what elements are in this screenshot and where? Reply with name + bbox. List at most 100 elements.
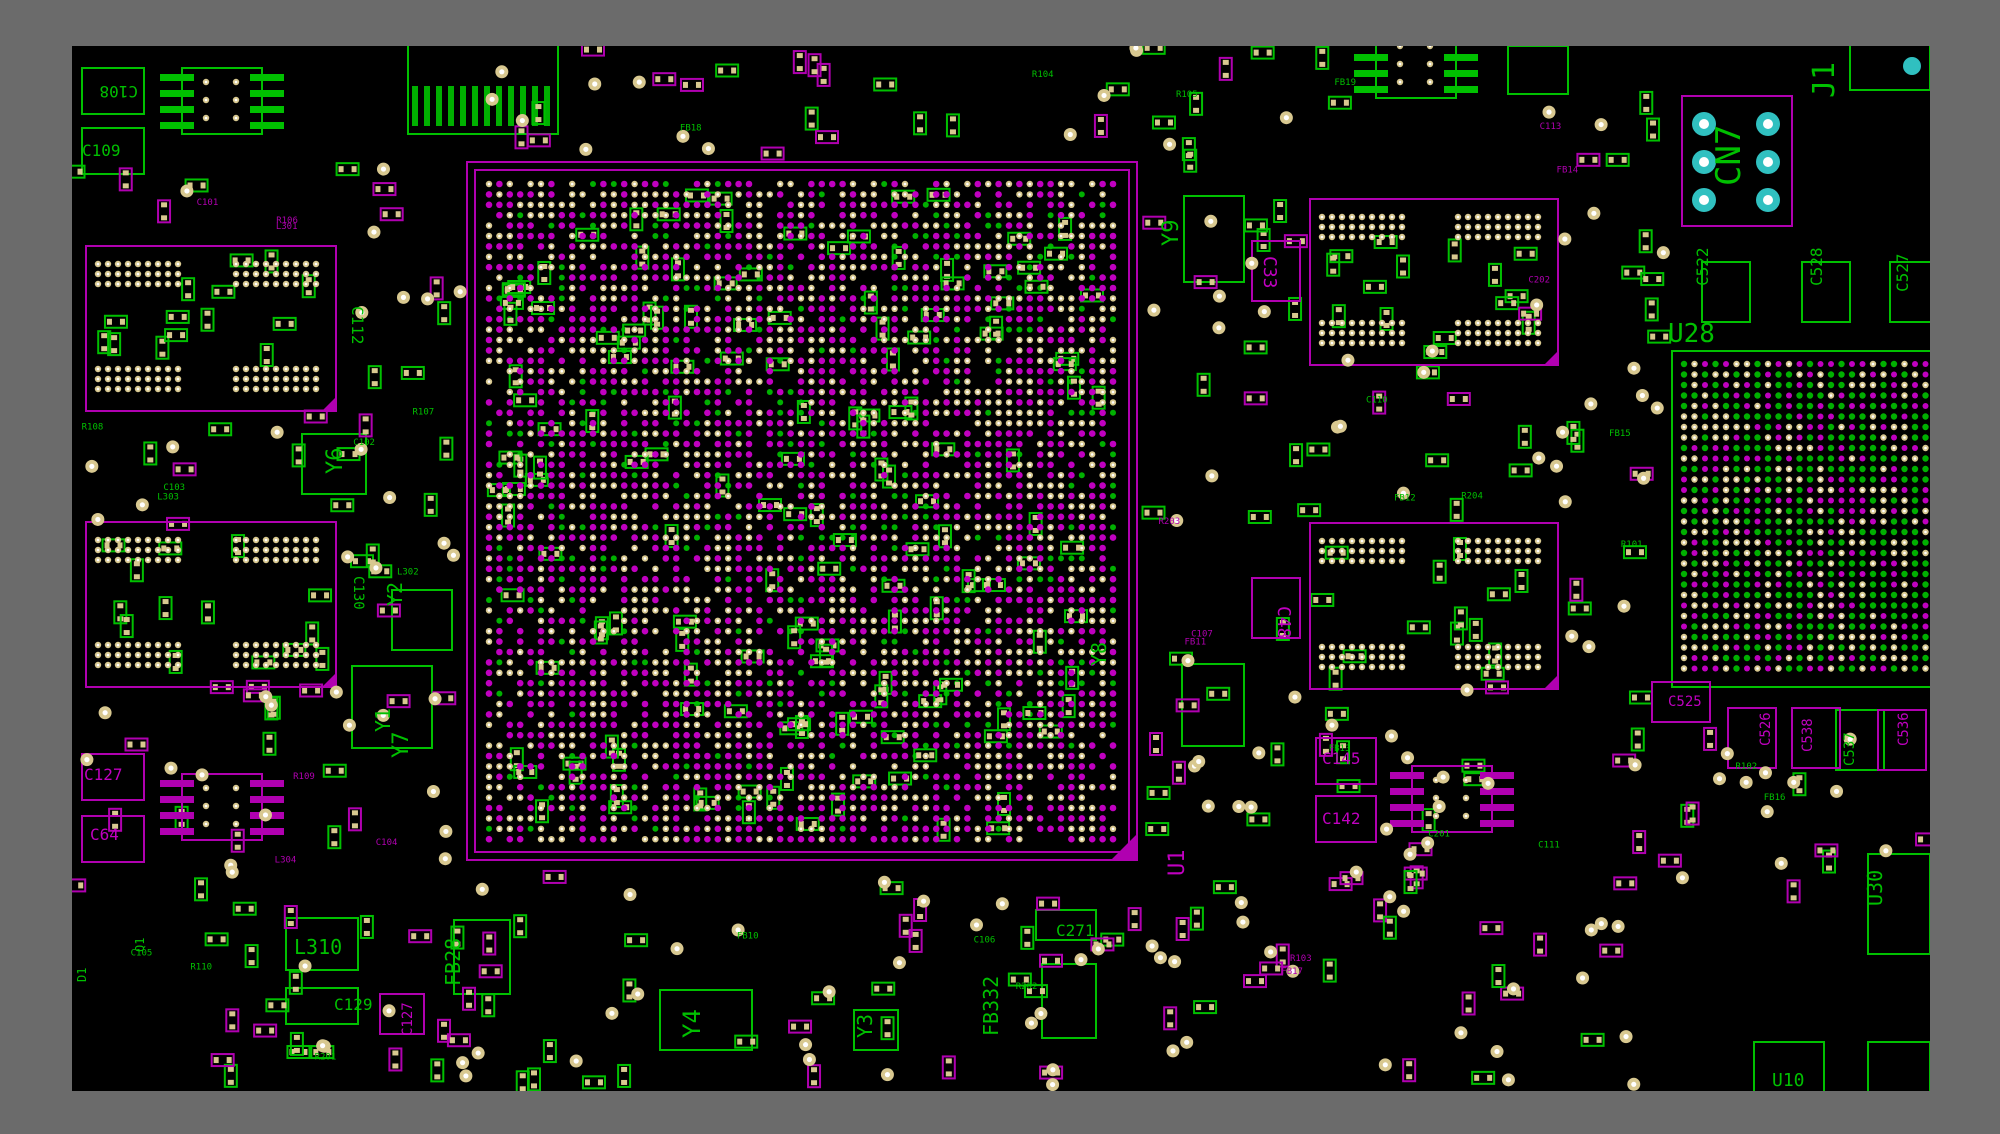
- bga-ball: [756, 253, 763, 261]
- via-hole: [955, 224, 959, 227]
- smd-component: [1567, 601, 1592, 616]
- bga-ball: [1722, 402, 1730, 410]
- via-hole: [1028, 255, 1032, 259]
- bga-ball: [1005, 700, 1013, 708]
- bga-ball: [568, 721, 576, 729]
- pad: [1039, 988, 1045, 995]
- smd-component: [945, 113, 960, 138]
- pad: [106, 318, 112, 325]
- smd-component: [1297, 503, 1322, 518]
- bga-ball: [1827, 465, 1835, 473]
- bga-ball: [1691, 613, 1698, 619]
- bga-ball: [568, 305, 576, 313]
- pad: [917, 914, 924, 920]
- smd-component: [629, 207, 644, 232]
- bga-ball: [1099, 783, 1106, 791]
- bga-ball: [1078, 326, 1086, 333]
- pad: [1436, 575, 1443, 581]
- smd-component: [1218, 56, 1233, 81]
- bga-pad: [808, 222, 815, 229]
- smd-component: [513, 393, 538, 408]
- bga-ball: [516, 835, 524, 843]
- bga-ball: [516, 523, 524, 531]
- bga-ball: [579, 794, 586, 801]
- pad: [554, 550, 560, 557]
- pcb-viewport[interactable]: CN7 J1 U28 U1 Y4 Y3 Y6 Y7 Y1 Y2 Y9 Y8 Q1…: [72, 46, 1930, 1091]
- pcb-board-canvas[interactable]: CN7 J1 U28 U1 Y4 Y3 Y6 Y7 Y1 Y2 Y9 Y8 Q1…: [72, 46, 1930, 1091]
- pad: [945, 1058, 952, 1064]
- pad: [324, 592, 330, 599]
- bga-ball: [1901, 445, 1908, 451]
- via-hole: [1090, 328, 1094, 331]
- via-hole: [768, 307, 772, 311]
- via-hole: [1007, 213, 1011, 217]
- bga-ball: [704, 835, 711, 843]
- pad: [993, 331, 1000, 337]
- via-hole: [1111, 224, 1115, 227]
- bga-ball: [527, 222, 534, 229]
- via-hole: [986, 338, 990, 342]
- pad: [1167, 1009, 1174, 1015]
- memory-chip-outline: [85, 521, 337, 688]
- smd-component: [1569, 577, 1584, 602]
- bga-ball: [579, 315, 586, 323]
- bga-ball: [818, 471, 826, 479]
- bga-ball: [891, 378, 898, 385]
- bga-ball: [1078, 700, 1086, 708]
- pad: [783, 782, 790, 788]
- through-hole: [1699, 119, 1709, 129]
- via-hole: [654, 193, 657, 196]
- bga-ball: [1733, 591, 1740, 599]
- bga-ball: [1036, 555, 1044, 562]
- via-hole: [716, 338, 720, 342]
- pad: [1495, 925, 1501, 932]
- bga-ball: [964, 783, 971, 791]
- via-hole: [643, 276, 647, 279]
- bga-pad: [725, 576, 732, 583]
- bga-pad: [673, 420, 680, 427]
- via-hole: [726, 297, 730, 300]
- pad: [518, 128, 525, 134]
- pad: [1152, 747, 1159, 753]
- pad: [886, 467, 893, 473]
- bga-ball: [683, 575, 690, 583]
- bga-ball: [1775, 655, 1782, 661]
- bga-ball: [1775, 371, 1782, 378]
- bga-ball: [1057, 690, 1065, 697]
- bga-ball: [1016, 617, 1023, 625]
- bga-ball: [901, 586, 909, 593]
- bga-ball: [724, 180, 732, 188]
- bga-ball: [620, 419, 628, 427]
- bga-pad: [1016, 576, 1023, 583]
- bga-ball: [714, 783, 722, 791]
- bga-ball: [1099, 534, 1106, 541]
- bga-ball: [880, 513, 888, 521]
- bga-ball: [1911, 654, 1919, 662]
- bga-ball: [1068, 815, 1075, 822]
- pad: [865, 713, 871, 720]
- bga-ball: [620, 503, 628, 510]
- bga-ball: [1691, 633, 1698, 641]
- via-hole: [622, 213, 626, 217]
- bga-ball: [620, 669, 628, 677]
- bga-pad: [652, 222, 659, 229]
- via-hole: [643, 286, 647, 290]
- bga-ball: [1722, 392, 1730, 399]
- bga-ball: [579, 763, 586, 770]
- pad: [481, 968, 487, 975]
- bga-ball: [1911, 644, 1919, 651]
- bga-ball: [922, 263, 930, 271]
- bga-ball: [724, 440, 732, 448]
- bga-ball: [860, 565, 867, 573]
- bga-ball: [485, 295, 493, 302]
- pad: [887, 985, 893, 992]
- bga-ball: [568, 243, 576, 250]
- bga-ball: [600, 544, 607, 552]
- via-hole: [747, 359, 751, 363]
- bga-ball: [620, 700, 628, 708]
- bga-ball: [1848, 434, 1856, 441]
- pad: [912, 944, 919, 950]
- bga-ball: [1109, 700, 1117, 708]
- bga-ball: [714, 211, 722, 219]
- smd-component: [1322, 958, 1337, 983]
